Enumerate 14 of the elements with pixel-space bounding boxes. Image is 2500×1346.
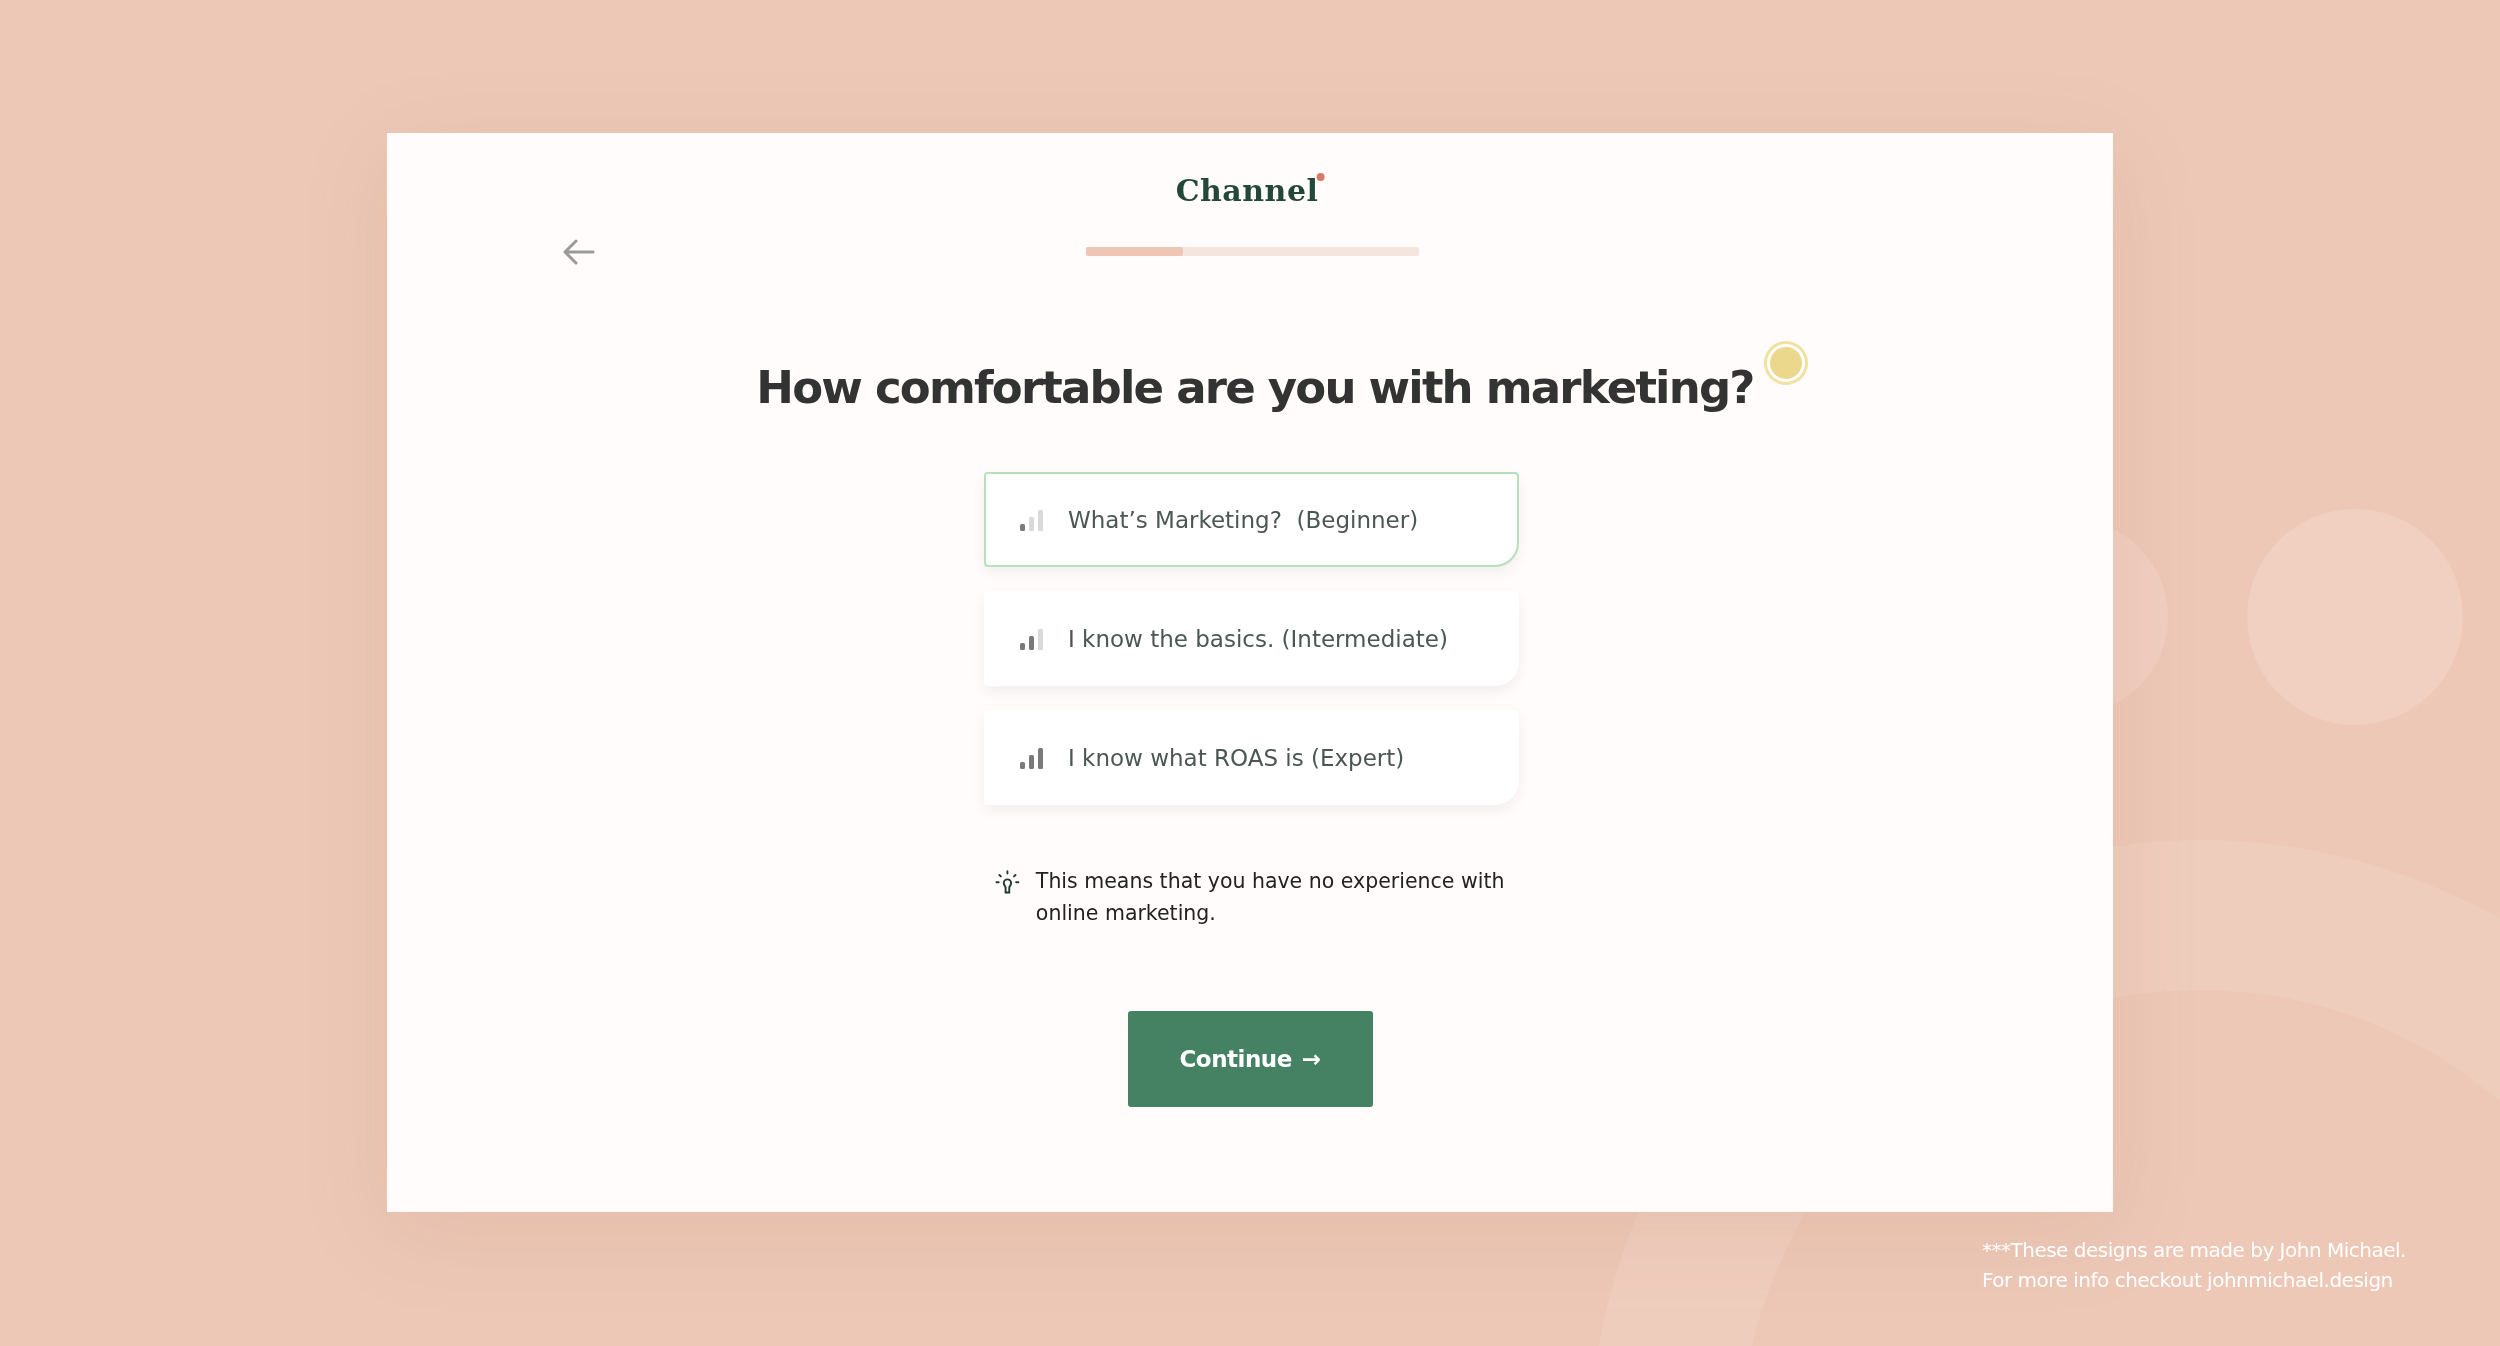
continue-button[interactable]: Continue → (1127, 1011, 1373, 1107)
signal-bars-icon (1020, 508, 1046, 531)
arrow-icon: → (1301, 1046, 1321, 1072)
answer-option[interactable]: I know the basics. (Intermediate) (984, 591, 1519, 686)
hint-text: This means that you have no experience with online marketing. (1035, 868, 1506, 927)
answer-option[interactable]: I know what ROAS is (Expert) (984, 710, 1519, 805)
signal-bars-icon (1020, 746, 1046, 769)
answer-option[interactable]: What’s Marketing? (Beginner) (984, 472, 1519, 567)
logo-dot-icon (1316, 173, 1325, 181)
credit-text: ***These designs are made by John Michael. (1982, 1238, 2406, 1262)
logo: Channel (1175, 173, 1319, 208)
question-heading: How comfortable are you with marketing? (756, 361, 1754, 414)
signal-bars-icon (1020, 627, 1046, 650)
credit-text: For more info checkout johnmichael.design (1982, 1268, 2394, 1292)
